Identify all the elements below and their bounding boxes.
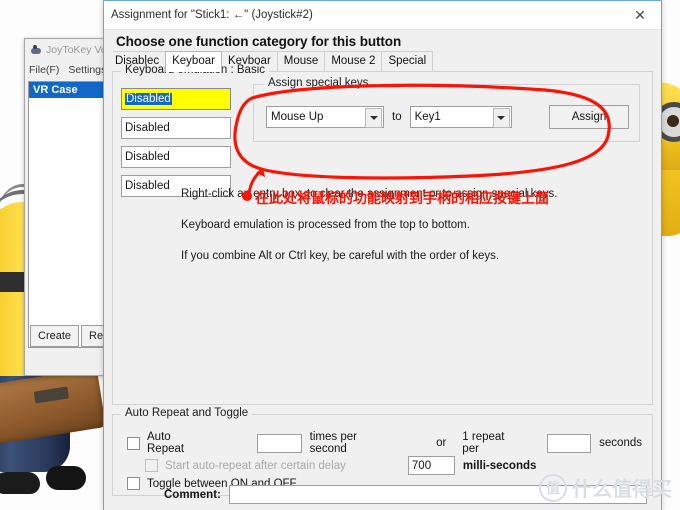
tab-keyboard-basic[interactable]: Keyboar [165, 51, 222, 72]
auto-repeat-delay-label: Start auto-repeat after certain delay [165, 459, 346, 472]
delay-input[interactable]: 700 [407, 456, 455, 475]
auto-repeat-label: Auto Repeat [147, 431, 185, 455]
auto-repeat-row: Auto Repeat times per second or 1 repeat… [127, 431, 642, 455]
note-3: If you combine Alt or Ctrl key, be caref… [181, 250, 500, 262]
assignment-dialog: Assignment for "Stick1: ←" (Joystick#2) … [103, 0, 662, 510]
tab-mouse[interactable]: Mouse [276, 51, 326, 71]
or-label: or [436, 437, 447, 449]
watermark-badge: 值 [539, 473, 567, 502]
toggle-checkbox[interactable] [127, 477, 140, 490]
special-key-target-select[interactable]: Key1 [409, 106, 512, 128]
special-key-source-value: Mouse Up [271, 111, 324, 123]
assign-special-keys-row: Mouse Up to Key1 Assign [266, 105, 629, 129]
chevron-down-icon[interactable] [492, 108, 510, 128]
tab-mouse2[interactable]: Mouse 2 [324, 51, 383, 71]
entry-box-1-value: Disabled [125, 93, 172, 105]
assign-special-keys-group: Assign special keys... Mouse Up to Key1 … [253, 77, 640, 142]
auto-repeat-checkbox[interactable] [127, 436, 140, 450]
entry-box-2[interactable]: Disabled [121, 117, 231, 139]
assign-button[interactable]: Assign [549, 105, 629, 129]
tab-special[interactable]: Special [381, 51, 434, 71]
list-item[interactable]: VR Case [29, 82, 113, 98]
to-label: to [392, 111, 402, 123]
dialog-titlebar: Assignment for "Stick1: ←" (Joystick#2) … [104, 1, 661, 30]
special-key-target-value: Key1 [414, 111, 441, 123]
menu-file[interactable]: File(F) [29, 64, 59, 76]
seconds-label: seconds [599, 437, 642, 449]
keyboard-emulation-group: Keyboard emulation : Basic Disabled Disa… [112, 64, 653, 405]
joytokey-profile-list[interactable]: VR Case [28, 81, 114, 348]
entry-box-3[interactable]: Disabled [121, 146, 231, 168]
entry-box-1[interactable]: Disabled [121, 88, 231, 110]
joystick-icon [30, 44, 42, 56]
assign-special-keys-legend: Assign special keys... [264, 77, 382, 89]
times-per-second-label: times per second [309, 431, 357, 455]
seconds-input[interactable] [546, 433, 592, 453]
one-repeat-per-label: 1 repeat per [462, 431, 505, 455]
auto-repeat-delay-row: Start auto-repeat after certain delay 70… [145, 456, 536, 475]
joytokey-title: JoyToKey Ve [46, 44, 107, 56]
watermark-text: 什么值得买 [572, 477, 672, 501]
annotation-text: 在此处将鼠标的功能映射到手柄的相应按键上面 [255, 191, 549, 207]
delay-unit-label: milli-seconds [462, 459, 537, 472]
comment-label: Comment: [164, 488, 221, 501]
dialog-body: Choose one function category for this bu… [104, 30, 661, 510]
times-per-second-input[interactable] [257, 433, 302, 453]
create-button[interactable]: Create [30, 325, 80, 347]
auto-repeat-delay-checkbox[interactable] [145, 459, 158, 472]
auto-repeat-legend: Auto Repeat and Toggle [121, 407, 253, 419]
minion-foot-left [0, 472, 40, 494]
category-tabstrip: Disablec Keyboar Keyboar Mouse Mouse 2 S… [112, 51, 653, 72]
watermark: 值 什么值得买 [539, 473, 672, 502]
entry-box-list: Disabled Disabled Disabled Disabled [121, 88, 231, 204]
minion-foot-right [46, 466, 86, 490]
page-title: Choose one function category for this bu… [116, 34, 402, 49]
chevron-down-icon[interactable] [365, 108, 382, 128]
close-icon[interactable]: ✕ [619, 2, 661, 29]
dialog-title: Assignment for "Stick1: ←" (Joystick#2) [111, 9, 313, 21]
special-key-source-select[interactable]: Mouse Up [266, 106, 384, 128]
note-2: Keyboard emulation is processed from the… [181, 219, 470, 231]
